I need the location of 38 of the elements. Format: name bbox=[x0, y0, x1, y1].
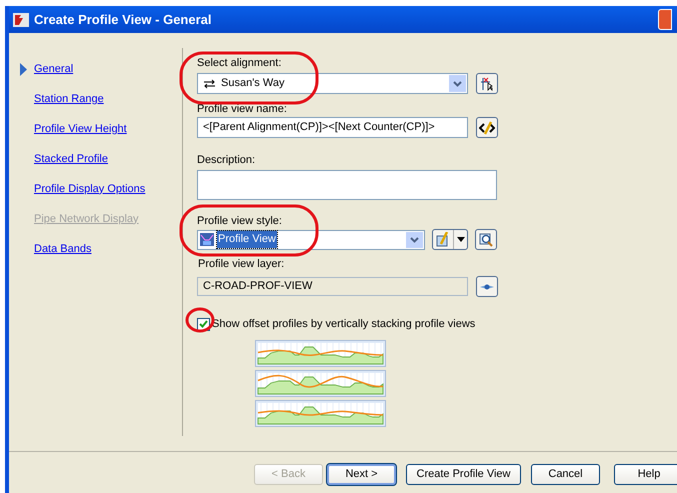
layer-icon bbox=[480, 282, 494, 292]
alignment-icon bbox=[203, 78, 216, 88]
profile-style-icon bbox=[200, 233, 214, 246]
field-label: Profile view name: bbox=[197, 102, 288, 115]
magnifier-icon bbox=[479, 232, 493, 246]
sidebar-link[interactable]: Stacked Profile bbox=[34, 150, 108, 168]
sidebar-link[interactable]: Data Bands bbox=[34, 240, 92, 258]
sidebar-link[interactable]: General bbox=[34, 60, 74, 78]
layer-button[interactable] bbox=[476, 276, 498, 297]
edit-style-icon bbox=[436, 232, 450, 247]
style-dropdown[interactable]: Profile View bbox=[197, 230, 425, 250]
field-label: Profile view style: bbox=[197, 214, 283, 227]
checkbox-label: Show offset profiles by vertically stacking profile views bbox=[212, 317, 476, 332]
dialog-button[interactable]: Next > bbox=[327, 464, 396, 484]
dialog-button[interactable]: Help bbox=[614, 464, 677, 484]
dialog-button[interactable]: Create Profile View bbox=[406, 464, 521, 484]
edit-style-split-button[interactable] bbox=[432, 229, 468, 250]
description-field[interactable] bbox=[197, 170, 497, 200]
sidebar-link[interactable]: Profile View Height bbox=[34, 120, 127, 138]
field-label: Description: bbox=[197, 153, 256, 166]
layer-field[interactable]: C-ROAD-PROF-VIEW bbox=[197, 277, 468, 296]
pick-from-drawing-button[interactable] bbox=[476, 73, 498, 94]
preview-style-button[interactable] bbox=[475, 229, 497, 250]
sidebar-link[interactable]: Station Range bbox=[34, 90, 104, 108]
name-field[interactable]: <[Parent Alignment(CP)]><[Next Counter(CP)]> bbox=[197, 117, 468, 138]
dialog-button[interactable]: Cancel bbox=[531, 464, 600, 484]
alignment-dropdown[interactable]: Susan's Way bbox=[197, 73, 468, 94]
app-icon bbox=[13, 12, 29, 26]
cursor-icon bbox=[480, 76, 494, 90]
close-button[interactable] bbox=[658, 9, 672, 30]
field-label: Profile view layer: bbox=[197, 257, 284, 270]
caret-icon bbox=[457, 237, 465, 242]
sidebar-link[interactable]: Profile Display Options bbox=[34, 180, 146, 198]
field-label: Select alignment: bbox=[197, 56, 282, 69]
edit-name-button[interactable] bbox=[476, 117, 498, 138]
window-title: Create Profile View - General bbox=[34, 10, 212, 29]
code-pencil-icon bbox=[479, 120, 495, 134]
selected-text: Profile View bbox=[217, 231, 277, 248]
